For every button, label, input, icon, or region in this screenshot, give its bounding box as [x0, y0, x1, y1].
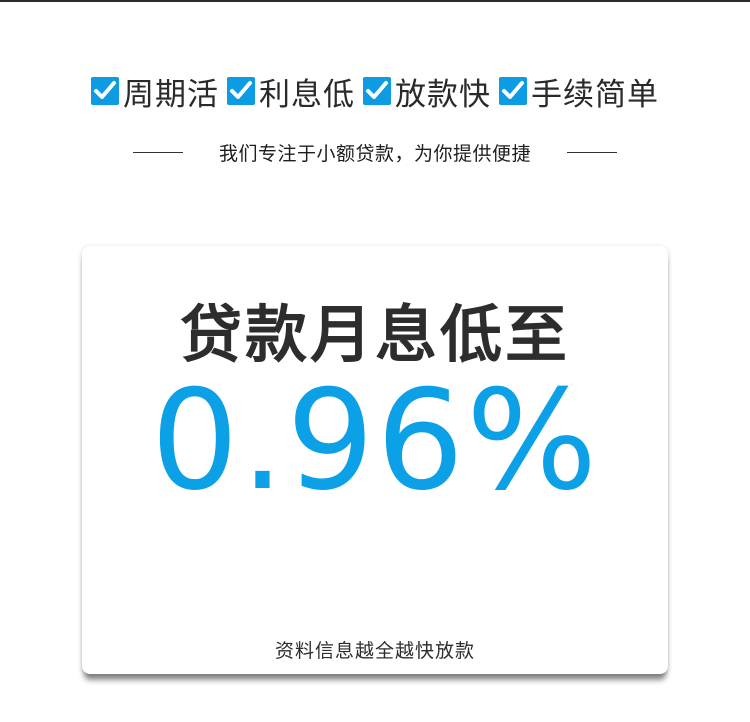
card-footer-text: 资料信息越全越快放款 — [274, 640, 475, 662]
checkbox-checked-icon — [91, 77, 119, 105]
feature-item-1: 周期活 — [91, 69, 219, 114]
tagline-right-rule — [567, 151, 617, 153]
rate-card: 贷款月息低至 0.96% 资料信息越全越快放款 — [82, 246, 668, 674]
tagline-left-rule — [132, 151, 183, 153]
feature-label: 放款快 — [395, 76, 491, 113]
interest-rate: 0.96% — [150, 360, 600, 521]
tagline-row: 我们专注于小额贷款，为你提供便捷 — [0, 136, 750, 168]
feature-item-2: 利息低 — [227, 69, 355, 114]
tagline: 我们专注于小额贷款，为你提供便捷 — [218, 142, 531, 165]
feature-label: 手续简单 — [531, 76, 659, 113]
checkbox-checked-icon — [227, 77, 255, 105]
top-divider — [0, 0, 750, 2]
feature-label: 周期活 — [123, 76, 219, 113]
checkbox-checked-icon — [499, 77, 527, 105]
feature-label: 利息低 — [259, 76, 355, 113]
checkbox-checked-icon — [363, 77, 391, 105]
feature-list: 周期活 利息低 放款快 手续简单 — [0, 68, 750, 114]
feature-item-4: 手续简单 — [499, 69, 659, 114]
feature-item-3: 放款快 — [363, 69, 491, 114]
